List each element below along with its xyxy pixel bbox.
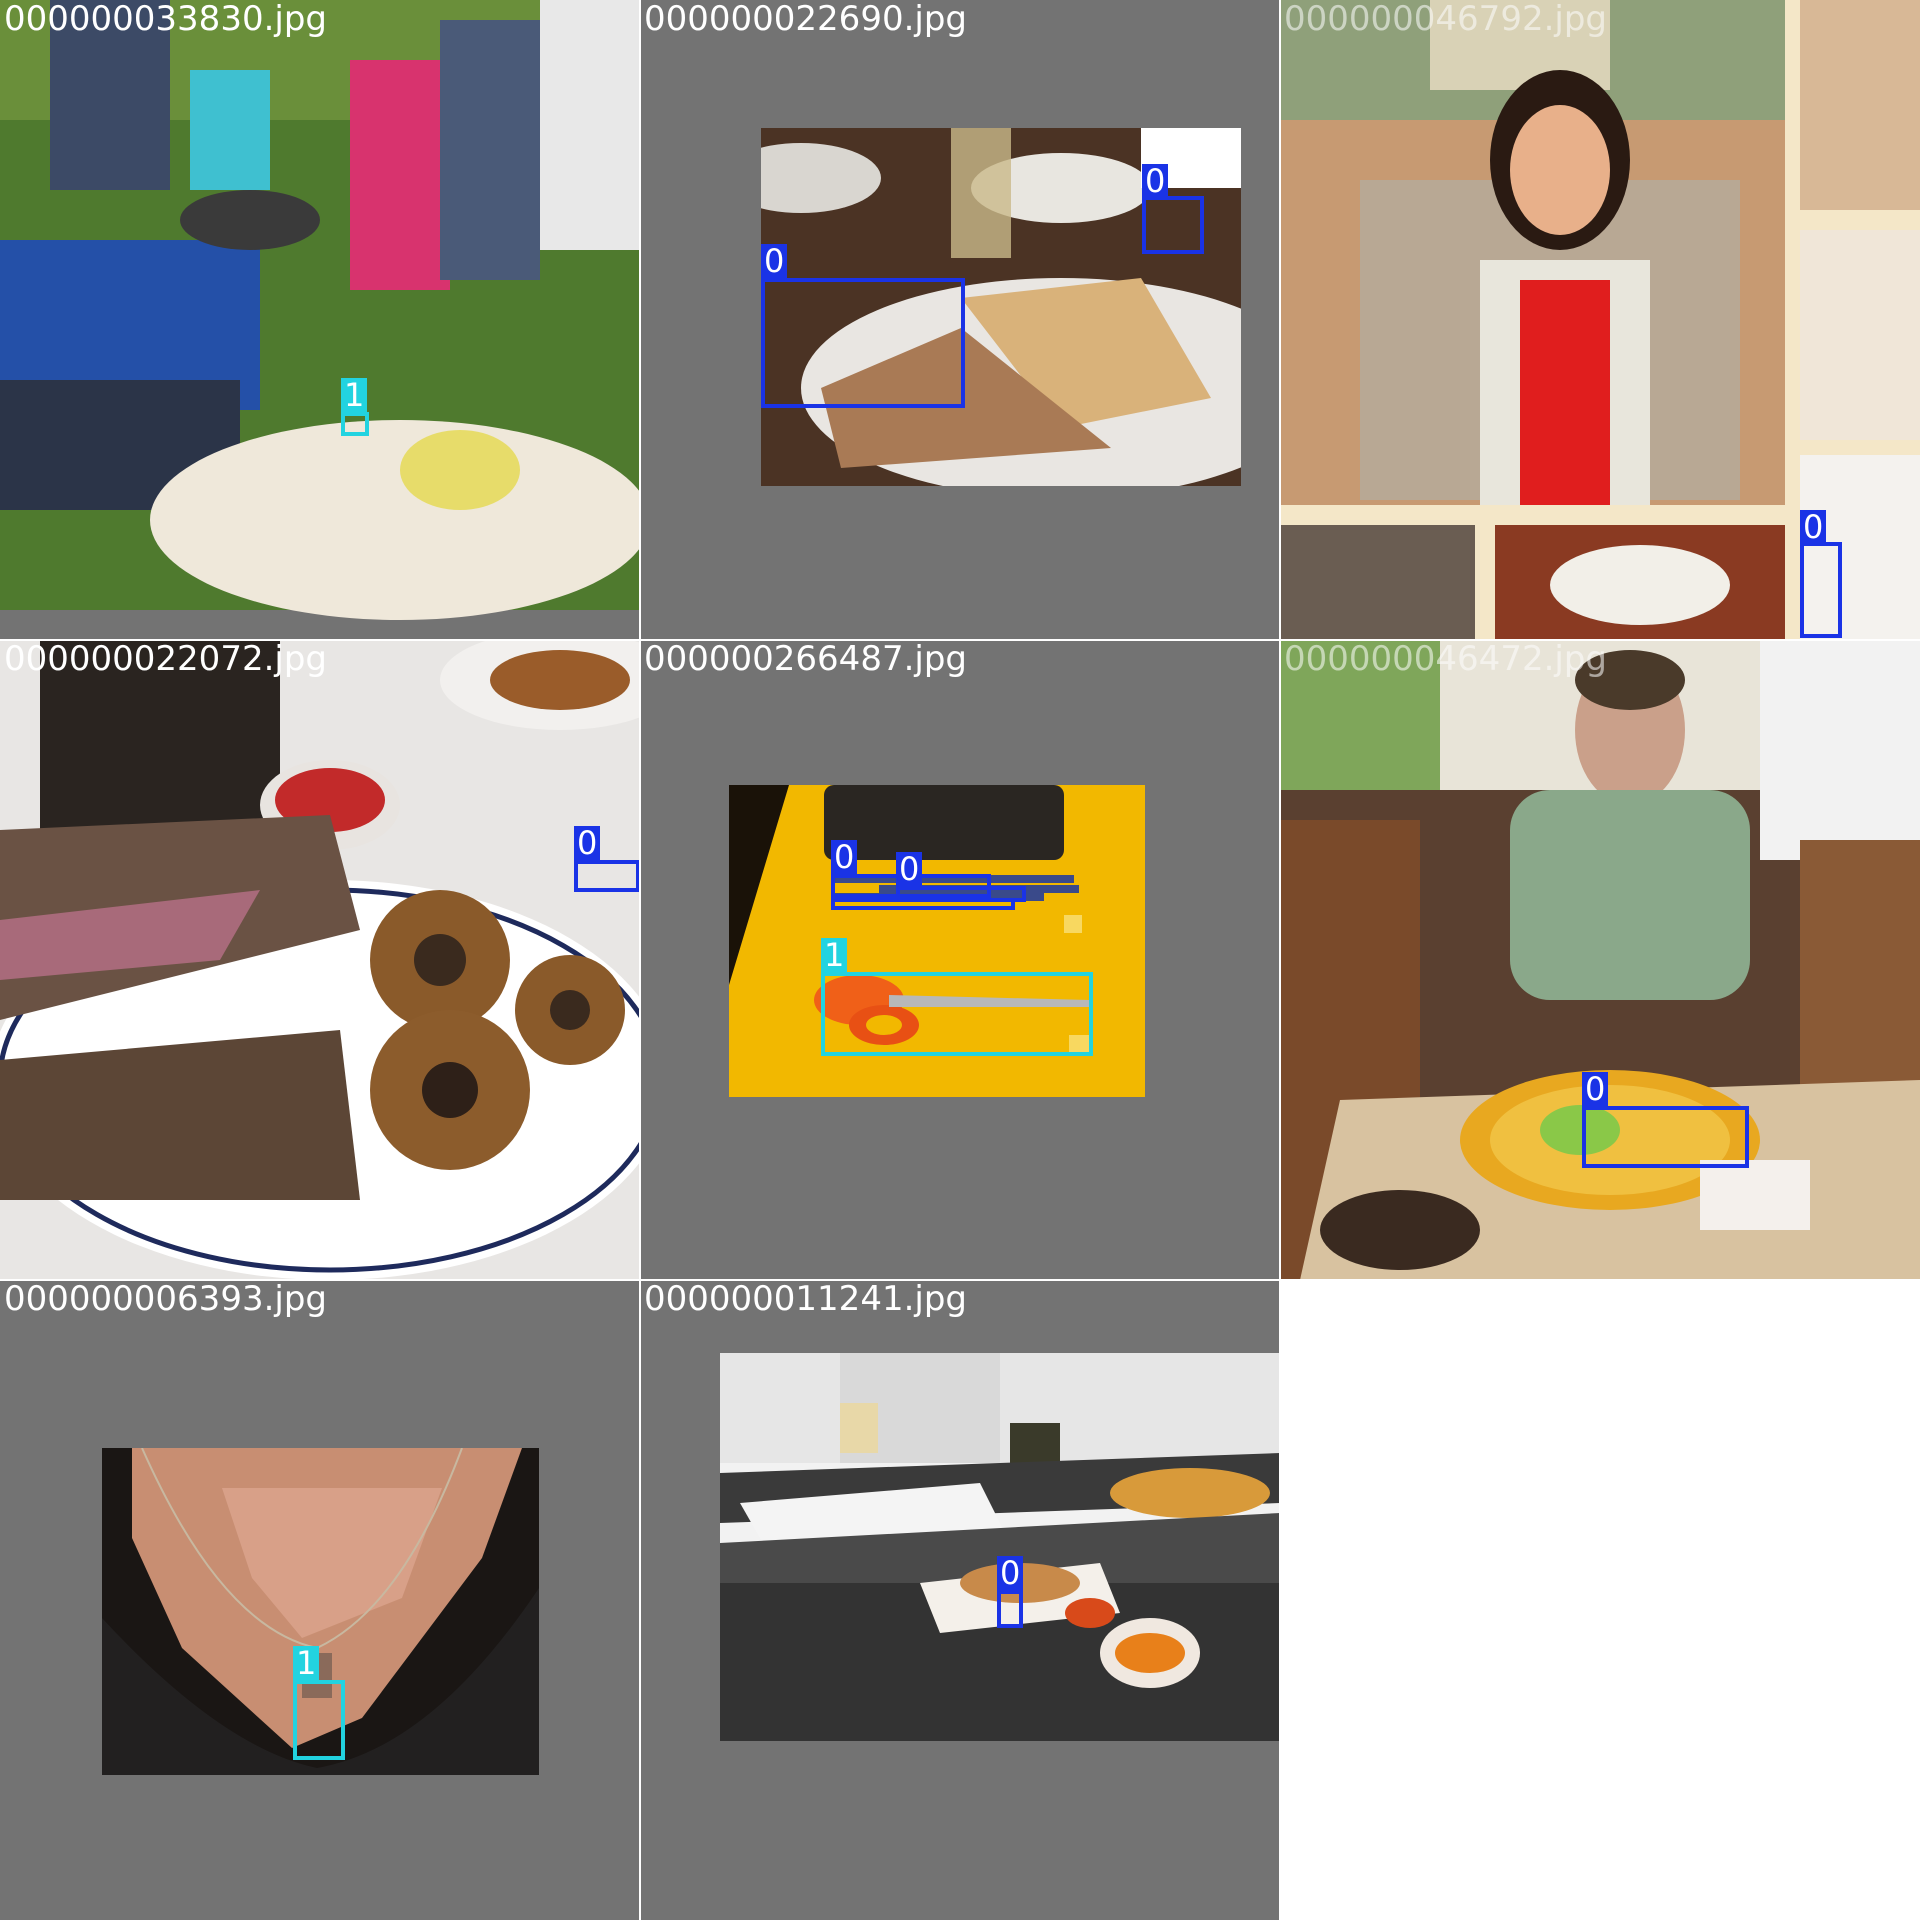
bbox-label: 0 [997,1556,1024,1590]
bbox-label: 0 [1142,164,1169,198]
bbox-class-1 [821,972,1093,1056]
filename-label: 000000046792.jpg [1284,0,1607,39]
bbox-class-0 [1142,196,1204,254]
grid-divider [0,1279,1920,1281]
bbox-label: 0 [761,244,788,278]
tile-breakfast-buffet: 000000011241.jpg 0 [640,1280,1280,1920]
tile-man-restaurant: 000000046472.jpg 0 [1280,640,1920,1280]
bbox-class-0 [997,1590,1023,1628]
bbox-class-0 [1800,542,1842,638]
empty-cell [1280,1280,1920,1920]
bbox-label: 0 [831,840,858,874]
bbox-label: 0 [1800,510,1827,544]
filename-label: 000000006393.jpg [4,1280,327,1319]
bbox-class-1 [341,412,369,436]
tile-reuben-onion-rings: 000000022072.jpg 0 [0,640,640,1280]
grid-divider [1279,0,1281,1920]
tile-sandwich: 000000022690.jpg 0 0 [640,0,1280,640]
filename-label: 000000022690.jpg [644,0,967,39]
bbox-label: 0 [574,826,601,860]
filename-label: 000000011241.jpg [644,1280,967,1319]
photo-man-restaurant [1280,640,1920,1280]
filename-label: 000000046472.jpg [1284,640,1607,679]
bbox-class-0 [761,278,965,408]
bbox-class-0 [1582,1106,1749,1168]
image-mosaic: 000000033830.jpg 1 000000022690.jpg 0 0 [0,0,1920,1920]
photo-sheep-shearing [0,0,640,640]
grid-divider [0,639,1920,641]
bbox-label: 1 [293,1646,320,1680]
bbox-class-1 [293,1680,345,1760]
tile-woman-collage: 000000046792.jpg 0 [1280,0,1920,640]
filename-label: 000000266487.jpg [644,640,967,679]
tile-necklace: 000000006393.jpg 1 [0,1280,640,1920]
filename-label: 000000033830.jpg [4,0,327,39]
grid-divider [639,0,641,1920]
tile-sheep-shearing: 000000033830.jpg 1 [0,0,640,640]
tile-scissors-yellow: 000000266487.jpg 0 0 1 [640,640,1280,1280]
bbox-label: 1 [341,378,368,412]
bbox-label: 0 [896,852,923,886]
bbox-class-0 [831,898,1015,910]
filename-label: 000000022072.jpg [4,640,327,679]
photo-reuben-onion-rings [0,640,640,1280]
bbox-label: 0 [1582,1072,1609,1106]
photo-breakfast-buffet [720,1353,1280,1741]
bbox-class-0 [574,860,640,892]
bbox-label: 1 [821,938,848,972]
